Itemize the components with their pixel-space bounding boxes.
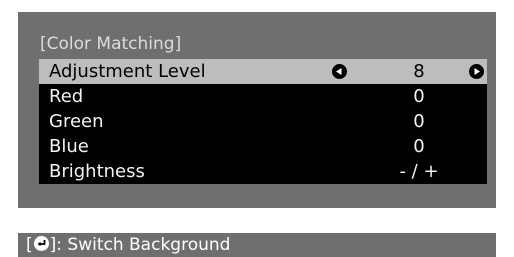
row-label: Blue	[49, 136, 89, 157]
row-value: 0	[413, 136, 425, 157]
row-label: Adjustment Level	[49, 61, 206, 82]
menu-rows: Adjustment Level 8 Red 0 Green 0 Blue 0	[39, 59, 487, 184]
row-value: - / +	[399, 161, 439, 182]
row-label: Red	[49, 86, 84, 107]
hint-label: : Switch Background	[56, 235, 231, 255]
bracket-open: [	[26, 235, 33, 255]
switch-background-hint: []: Switch Background	[26, 234, 230, 256]
left-arrow-circle-icon[interactable]	[332, 64, 347, 79]
menu-row-brightness[interactable]: Brightness - / +	[39, 159, 487, 184]
row-label: Green	[49, 111, 104, 132]
menu-title: [Color Matching]	[40, 34, 182, 54]
menu-row-red[interactable]: Red 0	[39, 84, 487, 109]
row-value: 8	[413, 61, 425, 82]
right-arrow-circle-icon[interactable]	[469, 64, 484, 79]
color-matching-panel: [Color Matching] Adjustment Level 8 Red …	[18, 12, 496, 208]
menu-row-blue[interactable]: Blue 0	[39, 134, 487, 159]
menu-row-adjustment-level[interactable]: Adjustment Level 8	[39, 59, 487, 84]
row-value: 0	[413, 86, 425, 107]
row-value: 0	[413, 111, 425, 132]
row-label: Brightness	[49, 161, 145, 182]
menu-row-green[interactable]: Green 0	[39, 109, 487, 134]
enter-icon	[33, 235, 49, 251]
footer-hint-bar: []: Switch Background	[18, 233, 496, 257]
